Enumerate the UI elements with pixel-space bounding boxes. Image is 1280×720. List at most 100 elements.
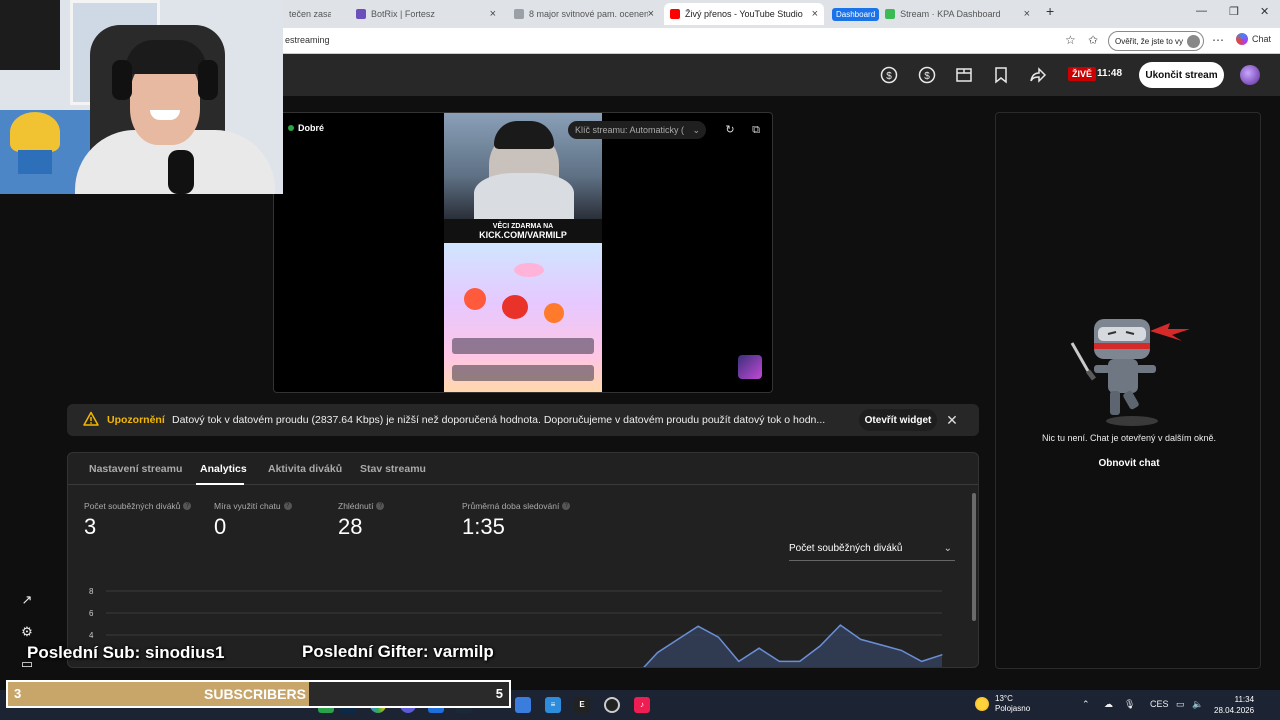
tab-group-chip[interactable]: Dashboard: [832, 7, 880, 21]
info-icon[interactable]: ?: [183, 502, 192, 510]
tab-stream-health[interactable]: Stav streamu: [360, 463, 426, 475]
system-clock[interactable]: 11:34 28.04.2026: [1214, 694, 1254, 716]
data-point: [921, 660, 923, 662]
data-point: [656, 652, 659, 654]
sub-goal-target: 5: [495, 686, 503, 701]
chevron-down-icon: ⌄: [692, 124, 700, 135]
cloud-icon[interactable]: ☁: [1104, 699, 1113, 710]
reload-chat-button[interactable]: Obnovit chat: [996, 458, 1262, 469]
info-icon[interactable]: ?: [376, 502, 385, 510]
close-icon[interactable]: ✕: [943, 411, 961, 429]
network-icon[interactable]: ▭: [1176, 699, 1185, 710]
weather-desc: Polojasno: [995, 704, 1031, 713]
metric-concurrent-viewers: Počet souběžných diváků? 3: [84, 501, 192, 540]
epic-games-icon[interactable]: E: [574, 697, 590, 713]
y-tick-label: 8: [89, 587, 94, 596]
weather-temp: 13°C: [995, 694, 1013, 703]
window-app-icon[interactable]: [515, 697, 531, 713]
media-icon[interactable]: [955, 66, 973, 84]
info-icon[interactable]: ?: [283, 502, 292, 510]
status-dot-icon: [288, 125, 294, 131]
data-point: [900, 649, 902, 651]
stream-health-status: Dobré: [288, 123, 324, 133]
copilot-icon: [1236, 33, 1248, 45]
close-window-button[interactable]: ✕: [1260, 5, 1269, 18]
warning-message: Datový tok v datovém proudu (2837.64 Kbp…: [172, 414, 826, 426]
weather-widget[interactable]: 13°C Polojasno: [975, 694, 1030, 714]
y-tick-label: 6: [89, 609, 94, 618]
banner-top-text: VĚCI ZDARMA NA: [492, 222, 554, 230]
data-point: [941, 654, 943, 656]
stream-key-label: Klíč streamu: Automaticky (: [575, 125, 685, 135]
data-point: [778, 660, 781, 662]
microphone-icon[interactable]: 🎙: [1124, 699, 1135, 710]
verify-identity-button[interactable]: Ověřit, že jste to vy: [1108, 31, 1204, 51]
preview-kick-banner: VĚCI ZDARMA NA KICK.COM/VARMILP: [444, 219, 602, 243]
open-widget-button[interactable]: Otevřít widget: [859, 409, 937, 431]
panel-scrollbar[interactable]: [972, 493, 976, 621]
close-icon[interactable]: ×: [812, 8, 818, 20]
notepad-icon[interactable]: ≡: [545, 697, 561, 713]
dollar-circle-icon[interactable]: $: [880, 66, 898, 84]
profile-avatar: [1187, 34, 1201, 48]
sub-current-count: 3: [14, 686, 22, 701]
data-point: [819, 645, 821, 647]
metric-chat-rate: Míra využití chatu? 0: [214, 501, 292, 540]
preview-video: VĚCI ZDARMA NA KICK.COM/VARMILP: [444, 113, 602, 392]
favorites-icon[interactable]: ✩: [1088, 33, 1098, 47]
browser-tab-2[interactable]: BotRix | Fortesz ×: [350, 3, 502, 25]
copy-icon[interactable]: ⧉: [746, 121, 766, 139]
chevron-up-icon[interactable]: ⌃: [1082, 699, 1090, 710]
stream-key-select[interactable]: Klíč streamu: Automaticky ( ⌄: [568, 121, 706, 139]
browser-tab-1[interactable]: tečen zasa y: [283, 3, 331, 25]
external-link-icon[interactable]: ↗: [18, 591, 36, 609]
channel-avatar[interactable]: [1240, 65, 1260, 85]
tab-analytics[interactable]: Analytics: [200, 463, 247, 475]
browser-tab-youtube-studio[interactable]: Živý přenos - YouTube Studio ×: [664, 3, 824, 25]
panel-tabs: Nastavení streamu Analytics Aktivita div…: [68, 453, 978, 485]
banner-kick-text: KICK.COM/VARMILP: [479, 229, 567, 240]
metric-label: Průměrná doba sledování: [462, 501, 560, 511]
tab-stream-settings[interactable]: Nastavení streamu: [89, 463, 182, 475]
gear-icon[interactable]: ⚙: [18, 623, 36, 641]
end-stream-button[interactable]: Ukončit stream: [1139, 62, 1224, 88]
dashboard-favicon-icon: [885, 9, 896, 19]
language-indicator[interactable]: CES: [1150, 699, 1169, 709]
close-icon[interactable]: ×: [490, 8, 496, 20]
y-tick-label: 4: [89, 631, 94, 640]
metric-avg-watch-time: Průměrná doba sledování? 1:35: [462, 501, 571, 540]
metric-select-label: Počet souběžných diváků: [789, 543, 903, 554]
close-icon[interactable]: ×: [648, 8, 654, 20]
obs-studio-icon[interactable]: [604, 697, 620, 713]
data-point: [738, 660, 740, 662]
browser-tab-dashboard[interactable]: Dashboard Stream · KPA Dashboard ×: [826, 3, 1036, 25]
info-icon[interactable]: ?: [562, 502, 571, 510]
verify-label: Ověřit, že jste to vy: [1115, 36, 1184, 46]
minimize-button[interactable]: —: [1196, 5, 1207, 17]
star-icon[interactable]: ☆: [1065, 33, 1076, 47]
tab-label: Stream · KPA Dashboard: [900, 9, 1001, 19]
tiktok-icon[interactable]: ♪: [634, 697, 650, 713]
bookmark-icon[interactable]: [992, 66, 1010, 84]
url-text[interactable]: estreaming: [285, 35, 330, 45]
share-icon[interactable]: [1029, 66, 1047, 84]
more-icon[interactable]: ⋯: [1212, 33, 1224, 47]
copilot-chat-button[interactable]: Chat: [1236, 33, 1271, 45]
volume-icon[interactable]: 🔈: [1192, 699, 1203, 710]
maximize-button[interactable]: ❐: [1229, 5, 1239, 18]
metric-select[interactable]: Počet souběžných diváků ⌄: [789, 543, 955, 561]
data-point: [860, 638, 862, 640]
chevron-down-icon: ⌄: [943, 543, 952, 554]
preview-overlay-logo: [738, 355, 762, 379]
browser-tab-3[interactable]: 8 major svitnové pam. ocenenia...×: [508, 3, 660, 25]
data-point: [880, 644, 882, 646]
dollar-circle-alt-icon[interactable]: $: [918, 66, 936, 84]
botrix-favicon-icon: [356, 9, 366, 19]
data-point: [697, 625, 699, 627]
tab-viewer-activity[interactable]: Aktivita diváků: [268, 463, 342, 475]
warning-icon: [83, 411, 99, 426]
metric-views: Zhlédnutí? 28: [338, 501, 385, 540]
new-tab-button[interactable]: +: [1046, 3, 1054, 19]
refresh-icon[interactable]: ↻: [720, 121, 740, 139]
close-icon[interactable]: ×: [1024, 8, 1030, 20]
